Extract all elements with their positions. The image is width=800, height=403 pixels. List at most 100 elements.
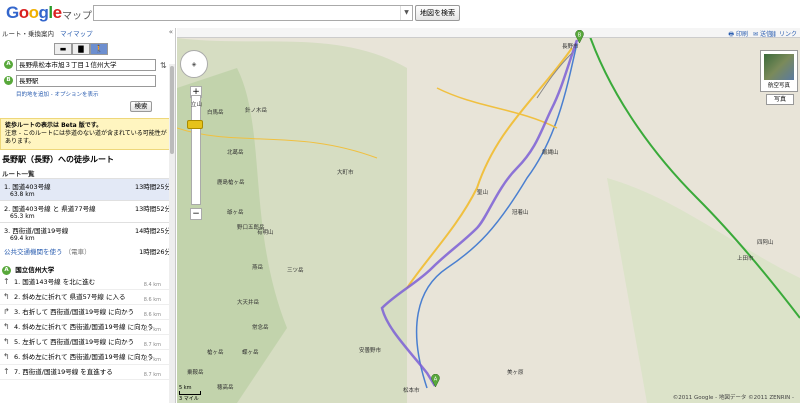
zoom-slider[interactable] bbox=[191, 95, 201, 205]
transit-sub: （電車） bbox=[64, 248, 91, 256]
walk-icon[interactable]: 🚶 bbox=[90, 43, 108, 55]
panel-tabs: ルート・乗換案内 マイマップ « bbox=[0, 28, 175, 38]
directions-search-button[interactable]: 検索 bbox=[130, 101, 152, 112]
swap-icon[interactable]: ⇅ bbox=[160, 61, 167, 70]
map-label: 蝶ヶ岳 bbox=[242, 350, 259, 356]
google-logo[interactable]: Google bbox=[6, 3, 62, 23]
route-title: 長野駅（長野）への徒歩ルート bbox=[2, 155, 114, 164]
photo-button[interactable]: 写真 bbox=[766, 94, 794, 105]
map-label: 乗鞍岳 bbox=[187, 370, 204, 376]
route-option[interactable]: 1. 国道403号線 63.8 km 13時間25分 bbox=[0, 178, 175, 200]
tab-directions[interactable]: ルート・乗換案内 bbox=[2, 30, 54, 38]
transit-link[interactable]: 公共交通機関を使う bbox=[4, 248, 63, 256]
link-label: リンク bbox=[778, 31, 797, 38]
origin-marker-icon[interactable]: A bbox=[431, 374, 440, 387]
direction-step[interactable]: ↰ 2. 斜め左に折れて 県道57号線 に入る 8.6 km bbox=[0, 290, 175, 305]
map-scale: 5 km 3 マイル bbox=[179, 385, 201, 402]
beta-title: 徒歩ルートの表示は Beta 版です。 bbox=[5, 122, 103, 129]
map-label: 美ヶ原 bbox=[507, 370, 524, 376]
map-label: 爺ヶ岳 bbox=[227, 210, 244, 216]
step-list: ↑ 1. 国道143号線 を北に進む 8.4 km ↰ 2. 斜め左に折れて 県道57号… bbox=[0, 275, 175, 380]
print-label: 印刷 bbox=[735, 31, 748, 38]
step-distance: 8.6 km bbox=[143, 296, 161, 303]
origin-row: A 長野県松本市旭３丁目１信州大学 ⇅ bbox=[4, 59, 175, 71]
map-label: 三ツ岳 bbox=[287, 268, 304, 274]
transit-option[interactable]: 公共交通機関を使う （電車） 1時間26分 bbox=[0, 244, 175, 258]
step-distance: 8.7 km bbox=[143, 371, 161, 378]
direction-step[interactable]: ↑ 7. 西街道/国道19号線 を直進する 8.7 km bbox=[0, 365, 175, 380]
direction-step[interactable]: ↰ 5. 左折して 西街道/国道19号線 に向かう 8.7 km bbox=[0, 335, 175, 350]
direction-step[interactable]: ↑ 1. 国道143号線 を北に進む 8.4 km bbox=[0, 275, 175, 290]
step-text: 1. 国道143号線 を北に進む bbox=[14, 277, 96, 286]
destination-field[interactable]: 長野駅 bbox=[16, 75, 156, 87]
map-label: 冠着山 bbox=[512, 210, 529, 216]
map-label: 鹿島槍ヶ岳 bbox=[217, 180, 245, 186]
step-distance: 8.7 km bbox=[143, 341, 161, 348]
route-option-name: 3. 西街道/国道19号線 bbox=[4, 227, 69, 235]
transit-icon[interactable]: ▇ bbox=[72, 43, 90, 55]
scrollbar-thumb[interactable] bbox=[170, 66, 174, 154]
directions-panel: ルート・乗換案内 マイマップ « ▬ ▇ 🚶 A 長野県松本市旭３丁目１信州大学… bbox=[0, 28, 176, 403]
aerial-view-toggle[interactable]: 航空写真 bbox=[760, 50, 798, 92]
map-toolbar: 🖶 印刷 ✉ 送信 ⛓ リンク bbox=[177, 28, 800, 38]
aerial-thumbnail bbox=[764, 54, 794, 80]
collapse-panel-icon[interactable]: « bbox=[169, 28, 173, 36]
map-label: 聖山 bbox=[477, 190, 489, 196]
map-label: 燕岳 bbox=[252, 265, 264, 271]
route-option-name: 2. 国道403号線 と 県道77号線 bbox=[4, 205, 96, 213]
turn-arrow-icon: ↱ bbox=[3, 306, 10, 316]
map-canvas[interactable]: 🖶 印刷 ✉ 送信 ⛓ リンク ◈ + − 航空写真 写真 B A 長野市大町市… bbox=[177, 28, 800, 403]
map-label: 立山 bbox=[191, 102, 203, 108]
map-label: 穂高岳 bbox=[217, 385, 234, 391]
route-option[interactable]: 3. 西街道/国道19号線 69.4 km 14時間25分 bbox=[0, 222, 175, 244]
route-option-time: 13時間25分 bbox=[134, 183, 171, 191]
panel-scrollbar[interactable] bbox=[169, 64, 175, 403]
map-label: 白馬岳 bbox=[207, 110, 224, 116]
destination-pin-icon: B bbox=[4, 76, 13, 85]
step-text: 7. 西街道/国道19号線 を直進する bbox=[14, 367, 113, 376]
direction-step[interactable]: ↰ 6. 斜め左に折れて 西街道/国道19号線 に向かう 8.7 km bbox=[0, 350, 175, 365]
route-option-distance: 69.4 km bbox=[10, 235, 35, 242]
step-distance: 8.4 km bbox=[143, 281, 161, 288]
scale-mi: 3 マイル bbox=[179, 396, 199, 402]
step-text: 4. 斜め左に折れて 西街道/国道19号線 に向かう bbox=[14, 322, 154, 331]
destination-row: B 長野駅 bbox=[4, 75, 175, 87]
pan-control[interactable]: ◈ bbox=[180, 50, 208, 78]
map-label: 四阿山 bbox=[757, 240, 774, 246]
svg-text:B: B bbox=[578, 33, 582, 39]
car-icon[interactable]: ▬ bbox=[54, 43, 72, 55]
link-link[interactable]: ⛓ リンク bbox=[769, 29, 797, 38]
map-label: 大町市 bbox=[337, 170, 354, 176]
start-point: A 国立信州大学 bbox=[2, 264, 175, 275]
zoom-control: ◈ + − bbox=[180, 50, 208, 220]
zoom-out-button[interactable]: − bbox=[190, 208, 202, 220]
direction-step[interactable]: ↰ 4. 斜め左に折れて 西街道/国道19号線 に向かう 8.7 km bbox=[0, 320, 175, 335]
origin-field[interactable]: 長野県松本市旭３丁目１信州大学 bbox=[16, 59, 156, 71]
turn-arrow-icon: ↑ bbox=[3, 276, 10, 286]
step-distance: 8.6 km bbox=[143, 311, 161, 318]
search-button[interactable]: 地図を検索 bbox=[415, 5, 460, 21]
chevron-down-icon[interactable]: ▼ bbox=[400, 6, 412, 20]
route-list-header: ルート一覧 bbox=[2, 170, 35, 178]
direction-step[interactable]: ↱ 3. 右折して 西街道/国道19号線 に向かう 8.6 km bbox=[0, 305, 175, 320]
zoom-slider-thumb[interactable] bbox=[187, 120, 203, 129]
search-input[interactable]: ▼ bbox=[93, 5, 413, 21]
turn-arrow-icon: ↰ bbox=[3, 291, 10, 301]
map-label: 野口五郎岳 bbox=[237, 225, 265, 231]
map-label: 上田市 bbox=[737, 256, 754, 262]
map-copyright: ©2011 Google - 地図データ ©2011 ZENRIN - bbox=[672, 395, 794, 401]
map-label: 常念岳 bbox=[252, 325, 269, 331]
map-label: 松本市 bbox=[403, 388, 420, 394]
route-option[interactable]: 2. 国道403号線 と 県道77号線 65.3 km 13時間52分 bbox=[0, 200, 175, 222]
turn-arrow-icon: ↰ bbox=[3, 336, 10, 346]
print-link[interactable]: 🖶 印刷 bbox=[728, 29, 748, 40]
svg-text:A: A bbox=[434, 377, 438, 383]
map-label: 長野市 bbox=[562, 44, 579, 50]
step-text: 2. 斜め左に折れて 県道57号線 に入る bbox=[14, 292, 126, 301]
turn-arrow-icon: ↰ bbox=[3, 351, 10, 361]
tab-mymaps[interactable]: マイマップ bbox=[60, 30, 93, 38]
add-destination-link[interactable]: 目的地を追加 - オプションを表示 bbox=[16, 90, 175, 98]
beta-notice: 徒歩ルートの表示は Beta 版です。 注意 - このルートには歩道のない道が含… bbox=[0, 118, 175, 150]
logo-subtitle: マップ bbox=[62, 11, 92, 22]
step-text: 3. 右折して 西街道/国道19号線 に向かう bbox=[14, 307, 135, 316]
